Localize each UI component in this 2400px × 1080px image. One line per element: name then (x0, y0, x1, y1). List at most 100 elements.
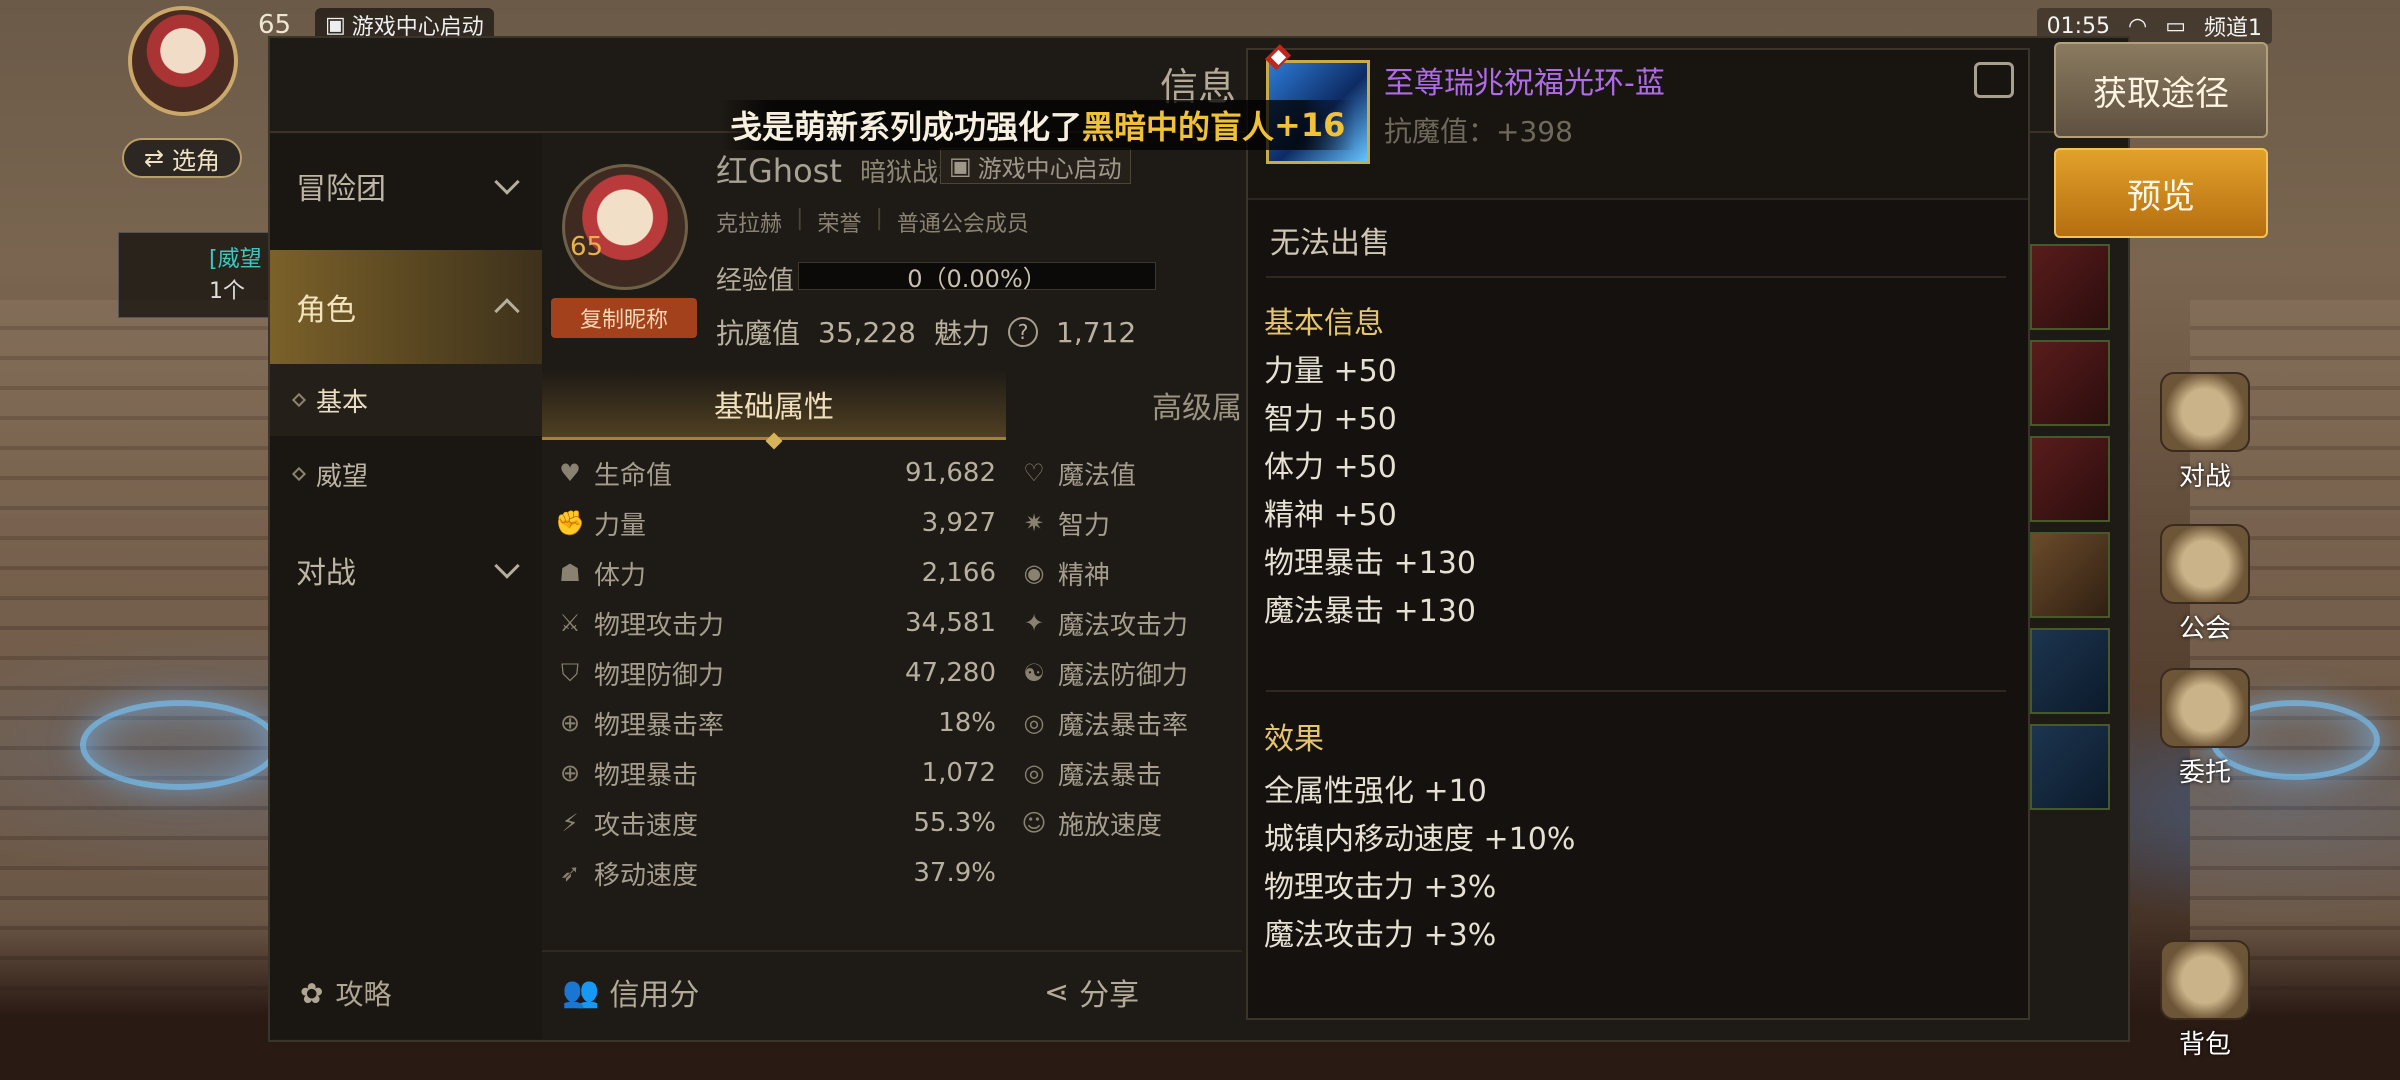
charm-value: 1,712 (1056, 315, 1137, 349)
nav-item-adventure-team[interactable]: 冒险团 (270, 142, 542, 230)
character-meta: 克拉赫 | 荣誉 | 普通公会成员 (716, 206, 1029, 238)
stat-label: 魔法值 (1058, 460, 1137, 491)
external-link-icon[interactable] (1974, 62, 2014, 98)
guide-label: 攻略 (335, 978, 392, 1011)
side-icon-label: 背包 (2178, 1030, 2231, 1060)
launch-icon: ▣ (325, 12, 346, 38)
stat-value: 91,682 (905, 458, 996, 488)
credit-score-button[interactable]: 👥 信用分 (562, 970, 699, 1014)
equip-slot[interactable] (2030, 244, 2110, 330)
quest-line-2: 1个 (209, 279, 245, 304)
charm-label: 魅力 (934, 317, 991, 350)
nav-item-label: 对战 (296, 556, 356, 591)
character-avatar (562, 164, 688, 290)
broadcast-banner: 戋是萌新系列成功强化了 黑暗中的盲人 +16 (720, 100, 1356, 150)
stat-label: 物理防御力 (594, 660, 725, 691)
attr-line: 智力 +50 (1264, 402, 1397, 437)
stat-value: 1,072 (921, 758, 996, 788)
switch-label: 选角 (172, 146, 221, 175)
equip-slot[interactable] (2030, 532, 2110, 618)
server-name: 克拉赫 (716, 212, 783, 237)
stat-label: 魔法暴击率 (1058, 710, 1189, 741)
battle-menu-button[interactable]: 对战 (2150, 372, 2260, 493)
honor-label: 荣誉 (817, 212, 862, 237)
nav-subitem-label: 基本 (316, 387, 369, 418)
tab-basic-attributes[interactable]: 基础属性 (542, 370, 1006, 440)
no-sell-label: 无法出售 (1270, 226, 1390, 261)
equipped-badge: ■ (1265, 43, 1292, 71)
equip-slot[interactable] (2030, 340, 2110, 426)
equip-slot[interactable] (2030, 724, 2110, 810)
crossed-swords-icon (2160, 372, 2250, 452)
nav-subitem-basic[interactable]: 基本 (270, 364, 542, 436)
attr-line: 体力 +50 (1264, 450, 1397, 485)
side-icon-label: 公会 (2178, 614, 2231, 644)
wifi-icon: ◠ (2128, 13, 2148, 39)
guide-button[interactable]: ✿ 攻略 (300, 973, 391, 1013)
switch-character-button[interactable]: ⇄ 选角 (122, 138, 242, 178)
broadcast-prefix: 戋是萌新系列成功强化了 (730, 108, 1083, 146)
users-icon: 👥 (562, 974, 600, 1010)
exp-label: 经验值 (716, 266, 795, 296)
stat-label: 精神 (1058, 560, 1111, 591)
help-icon[interactable]: ? (1008, 317, 1039, 347)
share-button[interactable]: ⋖ 分享 (1044, 970, 1139, 1014)
nav-item-label: 角色 (296, 293, 356, 328)
stat-label: 魔法防御力 (1058, 660, 1189, 691)
credit-label: 信用分 (609, 978, 700, 1013)
basic-info-title: 基本信息 (1264, 306, 1384, 341)
attr-line: 精神 +50 (1264, 498, 1397, 533)
resist-value: 35,228 (818, 315, 916, 349)
chevron-down-icon (494, 553, 520, 579)
stat-value: 55.3% (913, 808, 996, 838)
obtain-method-button[interactable]: 获取途径 (2054, 42, 2268, 138)
sword-icon: ⚔ (559, 609, 581, 637)
attr-line: 魔法暴击 +130 (1264, 594, 1476, 629)
stat-label: 生命值 (594, 460, 673, 491)
stat-label: 物理暴击率 (594, 710, 725, 741)
strength-icon: ✊ (555, 509, 585, 537)
swap-icon: ⇄ (143, 144, 165, 172)
crosshair-icon: ⊕ (559, 709, 581, 737)
effect-line: 物理攻击力 +3% (1264, 870, 1497, 905)
intelligence-icon: ✷ (1023, 509, 1045, 537)
side-icon-label: 委托 (2178, 758, 2231, 788)
diamond-bullet-icon (291, 392, 307, 408)
nav-subitem-label: 威望 (316, 461, 369, 492)
effect-line: 魔法攻击力 +3% (1264, 918, 1497, 953)
boot-icon: ➶ (559, 859, 581, 887)
commission-board-icon (2160, 668, 2250, 748)
equip-slot[interactable] (2030, 436, 2110, 522)
magic-attack-icon: ✦ (1023, 609, 1045, 637)
heart-outline-icon: ♡ (1023, 459, 1045, 487)
character-name: 红Ghost (716, 152, 842, 190)
clock: 01:55 (2046, 13, 2110, 39)
effect-title: 效果 (1264, 722, 1324, 757)
equip-slot[interactable] (2030, 628, 2110, 714)
crosshair-icon: ⊕ (559, 759, 581, 787)
nav-item-label: 冒险团 (296, 172, 386, 207)
preview-button[interactable]: 预览 (2054, 148, 2268, 238)
stat-label: 物理暴击 (594, 760, 699, 791)
attr-line: 物理暴击 +130 (1264, 546, 1476, 581)
vitality-icon: ☗ (559, 559, 581, 587)
nav-item-battle[interactable]: 对战 (270, 526, 542, 614)
side-nav: 冒险团 角色 基本 威望 对战 ✿ 攻略 (270, 134, 542, 1039)
bag-menu-button[interactable]: 背包 (2150, 940, 2260, 1061)
item-header: ■ 至尊瑞兆祝福光环-蓝 抗魔值：+398 (1248, 43, 2028, 200)
stat-label: 攻击速度 (594, 810, 699, 841)
stat-label: 施放速度 (1058, 810, 1163, 841)
nav-subitem-prestige[interactable]: 威望 (270, 438, 542, 510)
player-avatar[interactable] (128, 6, 238, 116)
heart-icon: ♥ (559, 459, 581, 487)
attack-speed-icon: ⚡ (561, 809, 579, 837)
copy-name-button[interactable]: 复制昵称 (551, 298, 697, 338)
commission-menu-button[interactable]: 委托 (2150, 668, 2260, 789)
battery-icon: ▭ (2165, 13, 2186, 39)
guild-menu-button[interactable]: 公会 (2150, 524, 2260, 645)
share-label: 分享 (1079, 978, 1140, 1013)
nav-item-character[interactable]: 角色 (270, 250, 542, 364)
quest-tracker[interactable]: [威望 1个 (118, 232, 278, 318)
stat-value: 34,581 (905, 608, 996, 638)
stat-label: 魔法攻击力 (1058, 610, 1189, 641)
